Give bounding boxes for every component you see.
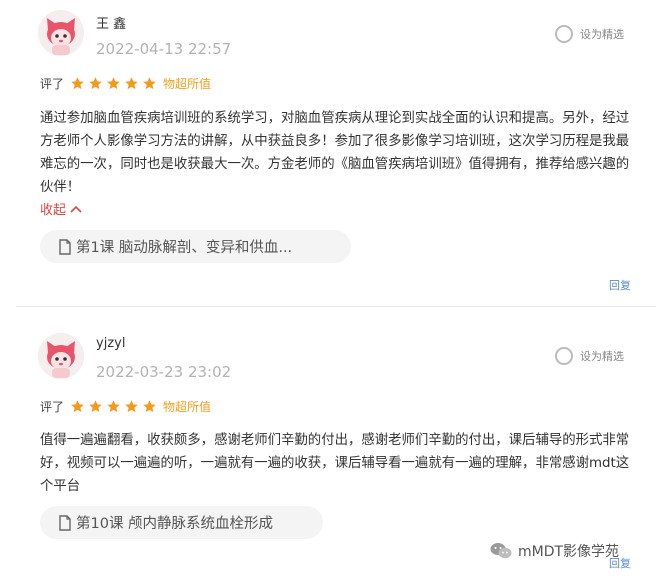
wechat-icon bbox=[490, 543, 512, 559]
review-content: 值得一遍遍翻看，收获颇多，感谢老师们辛勤的付出，感谢老师们辛勤的付出，课后辅导的… bbox=[40, 433, 630, 494]
username: yjzyl bbox=[96, 336, 126, 351]
star-icon bbox=[107, 399, 120, 412]
set-featured-label: 设为精选 bbox=[580, 350, 624, 363]
set-featured-button[interactable]: 设为精选 bbox=[555, 344, 624, 368]
rating-row: 评了 物超所值 bbox=[40, 397, 211, 415]
review-item: yjzyl 2022-03-23 23:02 设为精选 评了 物超所值 值得一遍… bbox=[0, 0, 656, 580]
cat-avatar-icon bbox=[38, 333, 84, 379]
watermark: mMDT影像学苑 bbox=[490, 541, 619, 561]
star-icon bbox=[143, 399, 156, 412]
star-icon bbox=[125, 399, 138, 412]
star-icon bbox=[89, 399, 102, 412]
radio-circle-icon[interactable] bbox=[555, 347, 573, 365]
star-rating bbox=[70, 399, 160, 414]
lesson-tag[interactable]: 第10课 颅内静脉系统血栓形成 bbox=[40, 506, 323, 539]
avatar[interactable] bbox=[38, 333, 84, 379]
rating-label: 评了 bbox=[40, 399, 65, 414]
lesson-title: 第10课 颅内静脉系统血栓形成 bbox=[76, 516, 274, 532]
watermark-text: mMDT影像学苑 bbox=[518, 544, 620, 560]
review-date: 2022-03-23 23:02 bbox=[96, 363, 232, 381]
document-icon bbox=[58, 514, 72, 531]
star-icon bbox=[71, 399, 84, 412]
rating-grade: 物超所值 bbox=[163, 399, 212, 414]
